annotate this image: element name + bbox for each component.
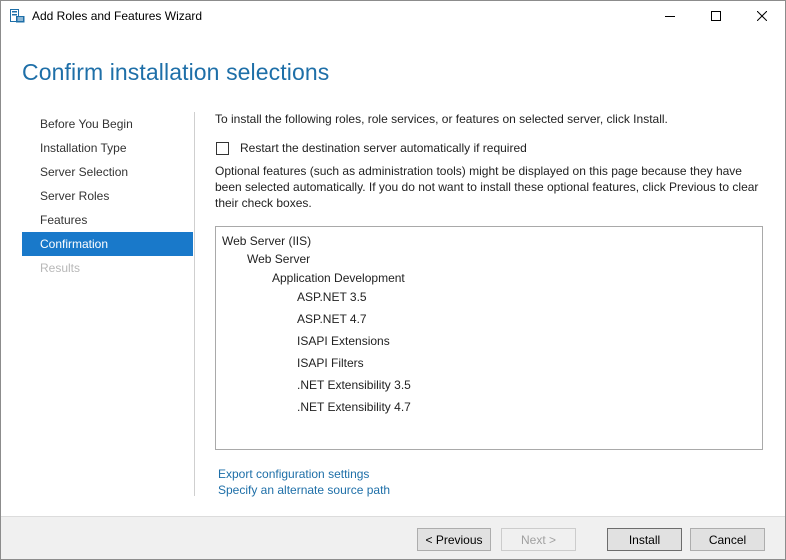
previous-button[interactable]: < Previous — [417, 528, 491, 551]
restart-option[interactable]: Restart the destination server automatic… — [215, 140, 527, 156]
restart-checkbox[interactable] — [216, 141, 229, 155]
list-item: Web Server — [247, 252, 311, 266]
step-server-selection[interactable]: Server Selection — [22, 160, 193, 184]
button-bar: < Previous Next > Install Cancel — [1, 516, 785, 559]
wizard-steps: Before You Begin Installation Type Serve… — [22, 112, 193, 280]
export-configuration-link[interactable]: Export configuration settings — [218, 466, 390, 482]
nav-divider — [194, 112, 195, 496]
list-item: Application Development — [272, 271, 405, 285]
window-title: Add Roles and Features Wizard — [32, 9, 203, 23]
list-item: ISAPI Extensions — [297, 334, 390, 348]
optional-features-note: Optional features (such as administratio… — [215, 164, 759, 210]
step-results: Results — [40, 261, 81, 275]
selections-list[interactable]: Web Server (IIS) Web Server Application … — [215, 226, 763, 450]
minimize-icon — [665, 16, 675, 17]
close-icon — [757, 11, 767, 21]
list-item: ASP.NET 4.7 — [297, 312, 367, 326]
install-button[interactable]: Install — [607, 528, 682, 551]
step-features[interactable]: Features — [22, 208, 193, 232]
step-installation-type[interactable]: Installation Type — [22, 136, 193, 160]
next-button: Next > — [501, 528, 576, 551]
step-before-you-begin[interactable]: Before You Begin — [22, 112, 193, 136]
maximize-button[interactable] — [693, 1, 739, 31]
page-title: Confirm installation selections — [22, 59, 330, 85]
intro-text: To install the following roles, role ser… — [215, 112, 668, 126]
step-server-roles[interactable]: Server Roles — [22, 184, 193, 208]
minimize-button[interactable] — [647, 1, 693, 31]
list-item: ASP.NET 3.5 — [297, 290, 367, 304]
cancel-button[interactable]: Cancel — [690, 528, 765, 551]
wizard-window: Add Roles and Features Wizard Confirm in… — [0, 0, 786, 560]
title-bar: Add Roles and Features Wizard — [1, 1, 785, 31]
wizard-header: Confirm installation selections — [1, 31, 785, 109]
close-button[interactable] — [739, 1, 785, 31]
list-item: ISAPI Filters — [297, 356, 364, 370]
server-manager-icon — [10, 9, 25, 23]
list-item: .NET Extensibility 4.7 — [297, 400, 411, 414]
main-content: To install the following roles, role ser… — [215, 111, 767, 497]
alternate-source-link[interactable]: Specify an alternate source path — [218, 482, 390, 498]
step-confirmation[interactable]: Confirmation — [22, 232, 193, 256]
list-item: .NET Extensibility 3.5 — [297, 378, 411, 392]
links-area: Export configuration settings Specify an… — [218, 466, 390, 498]
maximize-icon — [711, 11, 721, 21]
restart-label[interactable]: Restart the destination server automatic… — [240, 141, 527, 155]
list-item: Web Server (IIS) — [222, 234, 312, 248]
